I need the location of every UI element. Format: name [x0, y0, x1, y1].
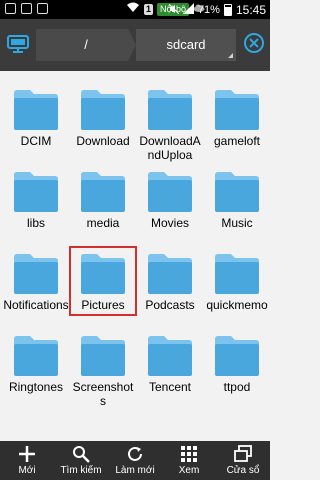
refresh-icon: [125, 444, 145, 464]
notification-icon: [21, 3, 32, 14]
folder-icon: [79, 87, 127, 131]
folder-item[interactable]: media: [70, 153, 136, 235]
folder-item[interactable]: Tencent: [137, 317, 203, 399]
folder-grid: DCIM Download DownloadAndUploa gameloft libs…: [0, 71, 270, 441]
folder-label: quickmemo: [206, 298, 268, 312]
folder-icon: [213, 333, 261, 377]
folder-item[interactable]: DownloadAndUploa: [137, 71, 203, 162]
folder-item[interactable]: ttpod: [204, 317, 270, 399]
close-path-button[interactable]: [238, 19, 270, 71]
folder-icon: [79, 333, 127, 377]
breadcrumb-current[interactable]: sdcard: [136, 29, 236, 61]
wifi-icon: [126, 2, 140, 16]
folder-icon: [12, 87, 60, 131]
status-bar: 1 Nội bộ 71% 15:45: [0, 0, 270, 19]
folder-icon: [12, 333, 60, 377]
folder-label: Download: [76, 134, 130, 148]
folder-label: Music: [221, 216, 253, 230]
folder-item[interactable]: Download: [70, 71, 136, 153]
breadcrumb-root[interactable]: /: [36, 29, 136, 61]
windows-icon: [233, 444, 253, 464]
path-toolbar: / sdcard: [0, 19, 270, 71]
folder-item[interactable]: DCIM: [3, 71, 69, 153]
status-left-icons: [5, 3, 48, 14]
search-button[interactable]: Tìm kiếm: [54, 441, 108, 480]
status-right: 71% 15:45: [168, 3, 266, 17]
folder-icon: [146, 169, 194, 213]
folder-label: ttpod: [223, 380, 251, 394]
new-button-label: Mới: [18, 465, 36, 476]
folder-item[interactable]: Ringtones: [3, 317, 69, 399]
selection-frame: [69, 246, 137, 316]
folder-icon: [146, 333, 194, 377]
search-button-label: Tìm kiếm: [60, 465, 102, 476]
folder-item[interactable]: libs: [3, 153, 69, 235]
folder-icon: [146, 251, 194, 295]
new-button[interactable]: Mới: [0, 441, 54, 480]
folder-item[interactable]: Movies: [137, 153, 203, 235]
view-button[interactable]: Xem: [162, 441, 216, 480]
plus-icon: [17, 444, 37, 464]
folder-item[interactable]: quickmemo: [204, 235, 270, 317]
notification-icon: [5, 3, 16, 14]
folder-label: Ringtones: [8, 380, 64, 394]
folder-label: gameloft: [213, 134, 261, 148]
clock: 15:45: [235, 3, 266, 17]
folder-icon: [213, 251, 261, 295]
network-button[interactable]: [0, 19, 36, 71]
bottom-toolbar: Mới Tìm kiếm Làm mới Xem Cửa sổ: [0, 441, 270, 480]
windows-button[interactable]: Cửa sổ: [216, 441, 270, 480]
folder-icon: [213, 87, 261, 131]
sim-indicator: 1: [144, 3, 154, 15]
search-icon: [71, 444, 91, 464]
battery-icon: [223, 4, 232, 16]
view-button-label: Xem: [178, 465, 200, 476]
folder-item[interactable]: Notifications: [3, 235, 69, 317]
folder-icon: [12, 169, 60, 213]
folder-label: Notifications: [3, 298, 69, 312]
folder-label: Movies: [150, 216, 189, 230]
notification-icon: [37, 3, 48, 14]
folder-icon: [79, 169, 127, 213]
folder-item[interactable]: Podcasts: [137, 235, 203, 317]
folder-item[interactable]: Screenshots: [70, 317, 136, 408]
folder-item[interactable]: Music: [204, 153, 270, 235]
folder-label: DCIM: [20, 134, 52, 148]
battery-percent: 71%: [197, 4, 220, 16]
network-drive-icon: [6, 31, 30, 60]
refresh-button-label: Làm mới: [115, 465, 155, 476]
folder-icon: [12, 251, 60, 295]
mute-icon: [168, 3, 180, 17]
folder-label: libs: [26, 216, 45, 230]
grid-view-icon: [179, 444, 199, 464]
folder-item[interactable]: gameloft: [204, 71, 270, 153]
folder-icon: [146, 87, 194, 131]
close-icon: [243, 32, 265, 59]
refresh-button[interactable]: Làm mới: [108, 441, 162, 480]
folder-label: Podcasts: [145, 298, 195, 312]
windows-button-label: Cửa sổ: [226, 465, 260, 476]
folder-label: Tencent: [148, 380, 192, 394]
folder-icon: [213, 169, 261, 213]
folder-label: media: [86, 216, 120, 230]
signal-icon: [182, 3, 194, 17]
folder-label: Screenshots: [72, 380, 134, 408]
